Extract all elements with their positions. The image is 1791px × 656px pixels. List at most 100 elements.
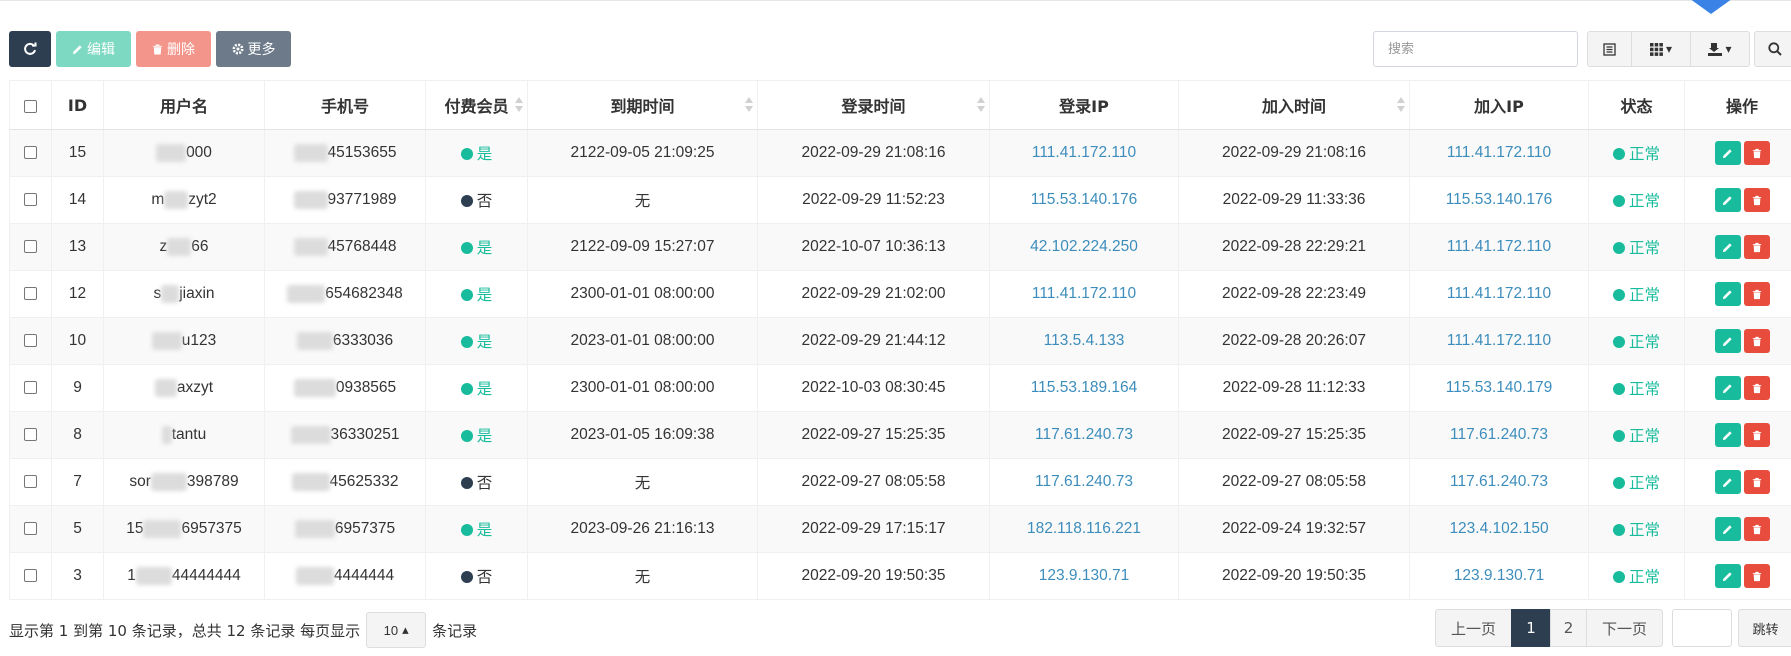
jump-page-input[interactable] [1672,609,1732,647]
search-input[interactable] [1373,31,1578,67]
join-ip-link[interactable]: 115.53.140.176 [1446,191,1553,208]
row-delete-button[interactable] [1743,564,1770,588]
row-delete-button[interactable] [1743,235,1770,259]
row-delete-button[interactable] [1743,282,1770,306]
login-ip-link[interactable]: 111.41.172.110 [1032,144,1136,161]
page-1-button[interactable]: 1 [1511,609,1551,647]
row-checkbox[interactable] [24,522,37,536]
login-ip-link[interactable]: 115.53.189.164 [1031,379,1138,396]
join-time-cell: 2022-09-28 22:23:49 [1178,270,1410,318]
table-row[interactable]: 13 z 66 45768448 是 2122-09-09 15:27:07 2022-10… [9,223,1791,271]
row-edit-button[interactable] [1714,188,1741,212]
table-row[interactable]: 8 tantu 36330251 是 2023-01-05 16:09:38 2022-0… [9,411,1791,459]
join-ip-link[interactable]: 111.41.172.110 [1447,285,1551,302]
col-join-time-header[interactable]: 加入时间 [1178,80,1410,130]
row-checkbox[interactable] [24,475,37,489]
phone-cell: 45768448 [264,223,426,271]
join-ip-link[interactable]: 117.61.240.73 [1450,426,1548,443]
row-delete-button[interactable] [1743,329,1770,353]
row-checkbox[interactable] [24,381,37,395]
username-cell: z 66 [103,223,265,271]
edit-button[interactable]: 编辑 [56,31,131,67]
login-ip-link[interactable]: 182.118.116.221 [1027,520,1141,537]
summary-text: 显示第 1 到第 10 条记录，总共 12 条记录 每页显示 [9,621,361,640]
prev-page-button[interactable]: 上一页 [1435,609,1512,647]
row-edit-button[interactable] [1714,282,1741,306]
row-checkbox[interactable] [24,428,37,442]
join-ip-link[interactable]: 115.53.140.179 [1446,379,1553,396]
more-button[interactable]: 更多 [216,31,291,67]
table-row[interactable]: 12 s jiaxin 654682348 是 2300-01-01 08:00:00 20… [9,270,1791,318]
row-edit-button[interactable] [1714,470,1741,494]
join-ip-link[interactable]: 117.61.240.73 [1450,473,1548,490]
row-checkbox[interactable] [24,569,37,583]
row-delete-button[interactable] [1743,423,1770,447]
table-row[interactable]: 9 axzyt 0938565 是 2300-01-01 08:00:00 2022-10… [9,364,1791,412]
login-ip-link[interactable]: 123.9.130.71 [1039,567,1130,584]
row-delete-button[interactable] [1743,141,1770,165]
row-edit-button[interactable] [1714,141,1741,165]
login-ip-link[interactable]: 117.61.240.73 [1035,473,1133,490]
row-checkbox[interactable] [24,334,37,348]
username-prefix: 1 [127,567,136,585]
col-login-time-header[interactable]: 登录时间 [757,80,990,130]
search-button[interactable] [1754,31,1791,67]
table-row[interactable]: 14 m zyt2 93771989 否 无 2022-09-29 11:52:23 115.… [9,176,1791,224]
col-paid-header[interactable]: 付费会员 [425,80,528,130]
paid-dot-icon [460,289,473,301]
join-ip-link[interactable]: 123.9.130.71 [1454,567,1545,584]
row-checkbox[interactable] [24,193,37,207]
login-ip-link[interactable]: 115.53.140.176 [1031,191,1138,208]
login-time-cell: 2022-09-27 15:25:35 [757,411,990,459]
pencil-icon [1722,242,1732,252]
page-size-select[interactable]: 10 ▴ [366,612,427,648]
row-checkbox[interactable] [24,287,37,301]
row-edit-button[interactable] [1714,423,1741,447]
login-ip-link[interactable]: 117.61.240.73 [1035,426,1133,443]
row-checkbox[interactable] [24,146,37,160]
card-view-button[interactable] [1587,31,1632,67]
expire-cell: 无 [527,552,758,600]
row-delete-button[interactable] [1743,188,1770,212]
refresh-button[interactable] [9,31,51,67]
export-button[interactable]: ▾ [1690,31,1750,67]
col-expire-header[interactable]: 到期时间 [527,80,758,130]
login-ip-link[interactable]: 42.102.224.250 [1030,238,1138,255]
columns-toggle-button[interactable]: ▾ [1631,31,1691,67]
trash-icon [1752,571,1761,581]
next-page-button[interactable]: 下一页 [1586,609,1663,647]
paid-cell: 否 [425,458,528,506]
row-delete-button[interactable] [1743,517,1770,541]
row-edit-button[interactable] [1714,564,1741,588]
join-ip-link[interactable]: 123.4.102.150 [1449,520,1548,537]
table-row[interactable]: 3 1 44444444 4444444 否无 2022-09-20 19:50:35 12… [9,552,1791,600]
row-delete-button[interactable] [1743,470,1770,494]
table-row[interactable]: 5 15 6957375 6957375 是 2023-09-26 21:16:13 202… [9,505,1791,553]
col-id-header[interactable]: ID [51,80,104,130]
row-edit-button[interactable] [1714,235,1741,259]
page-2-button[interactable]: 2 [1550,609,1587,647]
table-row[interactable]: 10 u123 6333036 是 2023-01-01 08:00:00 2022-09… [9,317,1791,365]
join-ip-link[interactable]: 111.41.172.110 [1447,144,1551,161]
select-all-checkbox[interactable] [24,99,37,113]
login-time-cell: 2022-09-20 19:50:35 [757,552,990,600]
row-edit-button[interactable] [1714,517,1741,541]
row-edit-button[interactable] [1714,376,1741,400]
table-row[interactable]: 7 sor 398789 45625332 否无 2022-09-27 08:05:58 1… [9,458,1791,506]
join-ip-link[interactable]: 111.41.172.110 [1447,332,1551,349]
id-cell: 5 [51,505,104,553]
row-edit-button[interactable] [1714,329,1741,353]
row-delete-button[interactable] [1743,376,1770,400]
login-ip-link[interactable]: 113.5.4.133 [1044,332,1125,349]
login-ip-link[interactable]: 111.41.172.110 [1032,285,1136,302]
col-paid-label: 付费会员 [444,97,509,116]
status-dot-icon [1612,336,1625,348]
phone-cell: 6957375 [264,505,426,553]
delete-button[interactable]: 删除 [136,31,211,67]
jump-button[interactable]: 跳转 [1738,609,1791,647]
join-time-cell: 2022-09-29 21:08:16 [1178,129,1410,177]
row-checkbox[interactable] [24,240,37,254]
join-ip-link[interactable]: 111.41.172.110 [1447,238,1551,255]
table-row[interactable]: 15 000 45153655 是 2122-09-05 21:09:25 2022-09… [9,129,1791,177]
id-cell: 7 [51,458,104,506]
